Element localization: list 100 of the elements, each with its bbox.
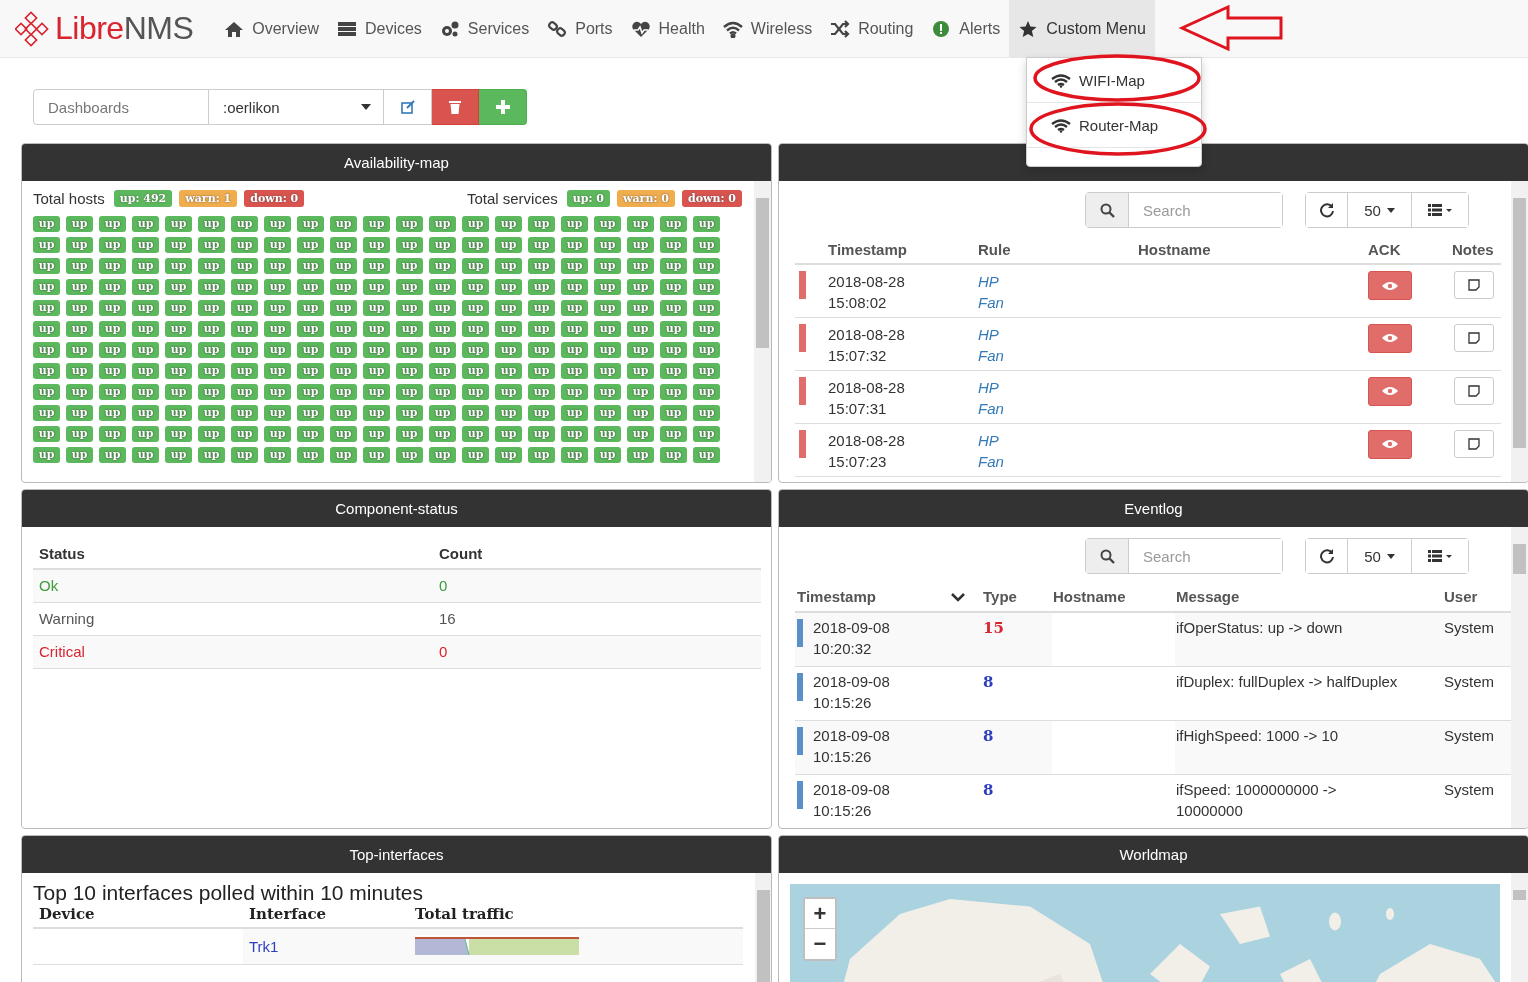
host-tile[interactable]: up — [693, 321, 720, 337]
host-tile[interactable]: up — [594, 279, 621, 295]
host-tile[interactable]: up — [693, 405, 720, 421]
host-tile[interactable]: up — [594, 237, 621, 253]
host-tile[interactable]: up — [33, 300, 60, 316]
host-tile[interactable]: up — [330, 300, 357, 316]
delete-button[interactable] — [432, 89, 479, 125]
host-tile[interactable]: up — [429, 258, 456, 274]
host-tile[interactable]: up — [66, 405, 93, 421]
host-tile[interactable]: up — [462, 405, 489, 421]
host-tile[interactable]: up — [363, 447, 390, 463]
nav-item[interactable]: Wireless — [713, 0, 822, 57]
host-tile[interactable]: up — [330, 279, 357, 295]
host-tile[interactable]: up — [396, 279, 423, 295]
host-tile[interactable]: up — [627, 258, 654, 274]
host-tile[interactable]: up — [495, 237, 522, 253]
host-tile[interactable]: up — [396, 237, 423, 253]
host-tile[interactable]: up — [561, 384, 588, 400]
host-tile[interactable]: up — [165, 216, 192, 232]
host-tile[interactable]: up — [660, 447, 687, 463]
host-tile[interactable]: up — [693, 447, 720, 463]
host-tile[interactable]: up — [627, 426, 654, 442]
host-tile[interactable]: up — [528, 279, 555, 295]
host-tile[interactable]: up — [132, 405, 159, 421]
search-field[interactable]: Search — [1085, 192, 1283, 228]
host-tile[interactable]: up — [660, 258, 687, 274]
host-tile[interactable]: up — [132, 216, 159, 232]
nav-item[interactable]: Routing — [821, 0, 923, 57]
host-tile[interactable]: up — [33, 237, 60, 253]
host-tile[interactable]: up — [33, 258, 60, 274]
column-header[interactable]: Notes — [1451, 235, 1501, 264]
host-tile[interactable]: up — [396, 384, 423, 400]
host-tile[interactable]: up — [330, 384, 357, 400]
host-tile[interactable]: up — [198, 447, 225, 463]
host-tile[interactable]: up — [627, 405, 654, 421]
host-tile[interactable]: up — [297, 216, 324, 232]
host-tile[interactable]: up — [231, 405, 258, 421]
host-tile[interactable]: up — [528, 258, 555, 274]
host-tile[interactable]: up — [132, 321, 159, 337]
host-tile[interactable]: up — [693, 363, 720, 379]
host-tile[interactable]: up — [429, 279, 456, 295]
host-tile[interactable]: up — [264, 426, 291, 442]
host-tile[interactable]: up — [363, 426, 390, 442]
host-tile[interactable]: up — [495, 405, 522, 421]
host-tile[interactable]: up — [396, 426, 423, 442]
host-tile[interactable]: up — [396, 321, 423, 337]
host-tile[interactable]: up — [297, 363, 324, 379]
host-tile[interactable]: up — [594, 405, 621, 421]
host-tile[interactable]: up — [561, 363, 588, 379]
host-tile[interactable]: up — [330, 321, 357, 337]
host-tile[interactable]: up — [33, 216, 60, 232]
host-tile[interactable]: up — [363, 342, 390, 358]
host-tile[interactable]: up — [99, 216, 126, 232]
host-tile[interactable]: up — [165, 300, 192, 316]
host-tile[interactable]: up — [297, 405, 324, 421]
host-tile[interactable]: up — [660, 321, 687, 337]
host-tile[interactable]: up — [495, 258, 522, 274]
host-tile[interactable]: up — [231, 300, 258, 316]
host-tile[interactable]: up — [66, 447, 93, 463]
host-tile[interactable]: up — [693, 426, 720, 442]
host-tile[interactable]: up — [165, 258, 192, 274]
host-tile[interactable]: up — [132, 384, 159, 400]
host-tile[interactable]: up — [33, 342, 60, 358]
host-tile[interactable]: up — [132, 300, 159, 316]
host-tile[interactable]: up — [66, 237, 93, 253]
host-tile[interactable]: up — [66, 300, 93, 316]
host-tile[interactable]: up — [462, 363, 489, 379]
host-tile[interactable]: up — [132, 426, 159, 442]
brand-name[interactable]: LibreNMS — [55, 10, 194, 47]
ack-button[interactable] — [1368, 271, 1412, 300]
nav-item[interactable]: Alerts — [922, 0, 1010, 57]
host-tile[interactable]: up — [462, 426, 489, 442]
host-tile[interactable]: up — [264, 258, 291, 274]
host-tile[interactable]: up — [462, 279, 489, 295]
host-tile[interactable]: up — [627, 447, 654, 463]
host-tile[interactable]: up — [33, 426, 60, 442]
host-tile[interactable]: up — [495, 216, 522, 232]
host-tile[interactable]: up — [693, 216, 720, 232]
host-tile[interactable]: up — [99, 447, 126, 463]
host-tile[interactable]: up — [660, 216, 687, 232]
host-tile[interactable]: up — [33, 384, 60, 400]
host-tile[interactable]: up — [99, 363, 126, 379]
host-tile[interactable]: up — [330, 237, 357, 253]
host-tile[interactable]: up — [429, 447, 456, 463]
host-tile[interactable]: up — [462, 342, 489, 358]
host-tile[interactable]: up — [132, 363, 159, 379]
host-tile[interactable]: up — [363, 258, 390, 274]
host-tile[interactable]: up — [33, 279, 60, 295]
host-tile[interactable]: up — [99, 258, 126, 274]
host-tile[interactable]: up — [660, 405, 687, 421]
host-tile[interactable]: up — [330, 342, 357, 358]
host-tile[interactable]: up — [264, 447, 291, 463]
host-tile[interactable]: up — [132, 279, 159, 295]
host-tile[interactable]: up — [66, 216, 93, 232]
nav-item[interactable]: Overview — [215, 0, 328, 57]
host-tile[interactable]: up — [264, 405, 291, 421]
host-tile[interactable]: up — [693, 300, 720, 316]
menu-item[interactable]: WIFI-Map — [1027, 58, 1201, 103]
rule-link[interactable]: HP Fan — [978, 376, 1012, 419]
host-tile[interactable]: up — [363, 321, 390, 337]
